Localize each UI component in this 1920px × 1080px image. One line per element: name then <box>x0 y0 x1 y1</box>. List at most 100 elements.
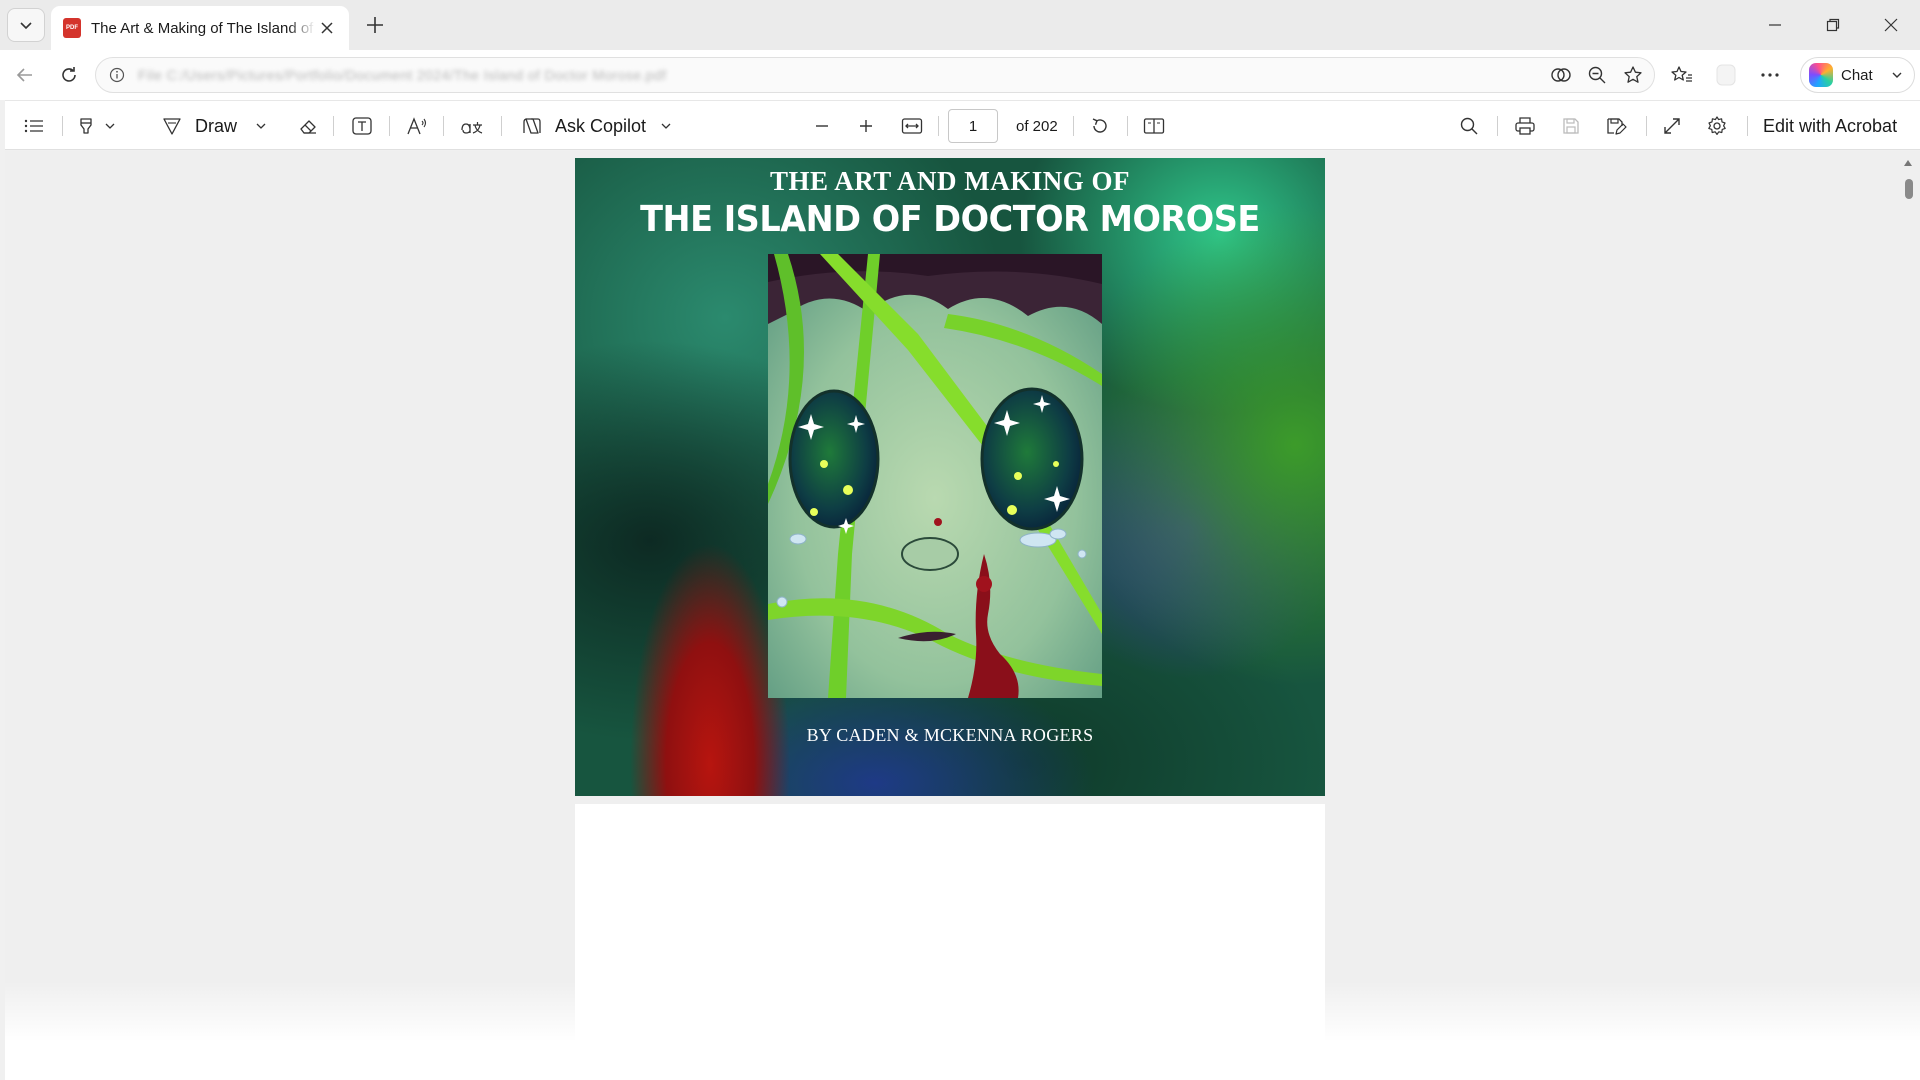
fullscreen-icon <box>1655 109 1689 143</box>
toolbar-divider <box>1646 116 1647 136</box>
eraser-icon <box>291 109 325 143</box>
fullscreen-button[interactable] <box>1655 101 1689 151</box>
window-controls <box>1746 0 1920 50</box>
toolbar-divider <box>501 116 502 136</box>
zoom-in-icon <box>849 109 883 143</box>
chat-label: Chat <box>1841 66 1873 84</box>
settings-icon <box>1700 109 1734 143</box>
zoom-out-button[interactable] <box>805 101 839 151</box>
eraser-button[interactable] <box>291 101 325 151</box>
contents-icon <box>17 109 51 143</box>
page-number-input[interactable] <box>948 109 998 143</box>
refresh-button[interactable] <box>52 58 86 92</box>
cover-title-line1: THE ART AND MAKING OF <box>769 166 1131 196</box>
page-view-button[interactable] <box>1137 101 1171 151</box>
cover-illustration <box>768 254 1102 698</box>
translate-button[interactable] <box>455 101 489 151</box>
save-icon <box>1554 109 1588 143</box>
copilot-icon <box>515 109 549 143</box>
copilot-chat-button[interactable]: Chat <box>1800 57 1915 93</box>
profile-icon[interactable] <box>1708 58 1744 92</box>
toolbar-divider <box>1127 116 1128 136</box>
search-button[interactable] <box>1452 101 1486 151</box>
address-row: File C:/Users/Pictures/Portfolio/Documen… <box>0 50 1920 100</box>
draw-icon <box>155 109 189 143</box>
page-count-label: of 202 <box>1016 117 1058 135</box>
more-icon[interactable] <box>1752 58 1788 92</box>
pdf-page-cover: THE ART AND MAKING OF THE ISLAND OF DOCT… <box>575 158 1325 796</box>
draw-button[interactable]: Draw <box>155 101 267 151</box>
browser-actions <box>1664 58 1788 92</box>
edit-with-acrobat-button[interactable]: Edit with Acrobat <box>1763 101 1897 151</box>
minimize-icon <box>1769 24 1781 26</box>
save-as-icon <box>1599 109 1633 143</box>
new-tab-button[interactable] <box>358 8 392 42</box>
refresh-icon <box>62 67 76 82</box>
text-box-icon <box>345 109 379 143</box>
read-aloud-button[interactable] <box>400 101 434 151</box>
pdf-viewport[interactable]: THE ART AND MAKING OF THE ISLAND OF DOCT… <box>5 151 1920 1080</box>
print-button[interactable] <box>1508 101 1542 151</box>
pdf-page-2 <box>575 804 1325 1080</box>
save-button <box>1554 101 1588 151</box>
translate-icon <box>455 109 489 143</box>
star-icon[interactable] <box>1618 61 1648 89</box>
info-icon[interactable] <box>106 64 128 86</box>
restore-icon <box>1826 18 1840 32</box>
text-box-button[interactable] <box>345 101 379 151</box>
draw-label: Draw <box>195 115 238 136</box>
tab-list-button[interactable] <box>7 8 45 42</box>
cover-title-line2: THE ISLAND OF DOCTOR MOROSE <box>640 199 1260 240</box>
toolbar-divider <box>333 116 334 136</box>
minimize-button[interactable] <box>1746 0 1804 50</box>
toolbar-divider <box>389 116 390 136</box>
address-bar-actions <box>1546 61 1648 89</box>
page-view-icon <box>1137 109 1171 143</box>
toolbar-divider <box>1073 116 1074 136</box>
ask-copilot-button[interactable]: Ask Copilot <box>515 101 672 151</box>
plus-icon <box>367 17 383 33</box>
rotate-icon <box>1083 109 1117 143</box>
vertical-scrollbar[interactable] <box>1902 157 1914 1057</box>
scrollbar-thumb[interactable] <box>1905 179 1913 199</box>
address-bar[interactable]: File C:/Users/Pictures/Portfolio/Documen… <box>95 57 1655 93</box>
zoom-out-icon <box>805 109 839 143</box>
print-icon <box>1508 109 1542 143</box>
toolbar-divider <box>443 116 444 136</box>
contents-button[interactable] <box>17 101 51 151</box>
search-icon <box>1452 109 1486 143</box>
chevron-down-icon[interactable] <box>104 120 116 132</box>
fit-width-icon <box>895 109 929 143</box>
tab-title: The Art & Making of The Island of Doctor… <box>91 19 315 37</box>
fit-width-button[interactable] <box>895 101 929 151</box>
chevron-down-icon <box>1892 72 1902 78</box>
restore-button[interactable] <box>1804 0 1862 50</box>
toolbar-divider <box>1497 116 1498 136</box>
chevron-down-icon[interactable] <box>660 120 672 132</box>
url-text: File C:/Users/Pictures/Portfolio/Documen… <box>138 67 667 83</box>
back-arrow-icon <box>16 68 32 82</box>
toolbar-divider <box>938 116 939 136</box>
favorites-icon[interactable] <box>1664 58 1700 92</box>
toolbar-divider <box>62 116 63 136</box>
highlight-button[interactable] <box>70 101 116 151</box>
copilot-logo-icon <box>1809 63 1833 87</box>
read-aloud-icon <box>400 109 434 143</box>
cover-author: BY CADEN & MCKENNA ROGERS <box>806 725 1094 745</box>
save-as-button[interactable] <box>1599 101 1633 151</box>
ask-copilot-label: Ask Copilot <box>555 115 647 136</box>
close-icon <box>321 22 333 34</box>
reader-icon[interactable] <box>1546 61 1576 89</box>
scroll-up-icon[interactable] <box>1902 157 1914 169</box>
browser-tab-active[interactable]: PDF The Art & Making of The Island of Do… <box>51 6 349 50</box>
window-close-button[interactable] <box>1862 0 1920 50</box>
tab-close-button[interactable] <box>315 16 339 40</box>
chevron-down-icon[interactable] <box>255 120 267 132</box>
back-button[interactable] <box>8 58 42 92</box>
settings-button[interactable] <box>1700 101 1734 151</box>
tab-list-chevron-icon <box>20 22 32 30</box>
zoom-in-button[interactable] <box>849 101 883 151</box>
rotate-button[interactable] <box>1083 101 1117 151</box>
zoom-icon[interactable] <box>1582 61 1612 89</box>
window-close-icon <box>1884 18 1898 32</box>
